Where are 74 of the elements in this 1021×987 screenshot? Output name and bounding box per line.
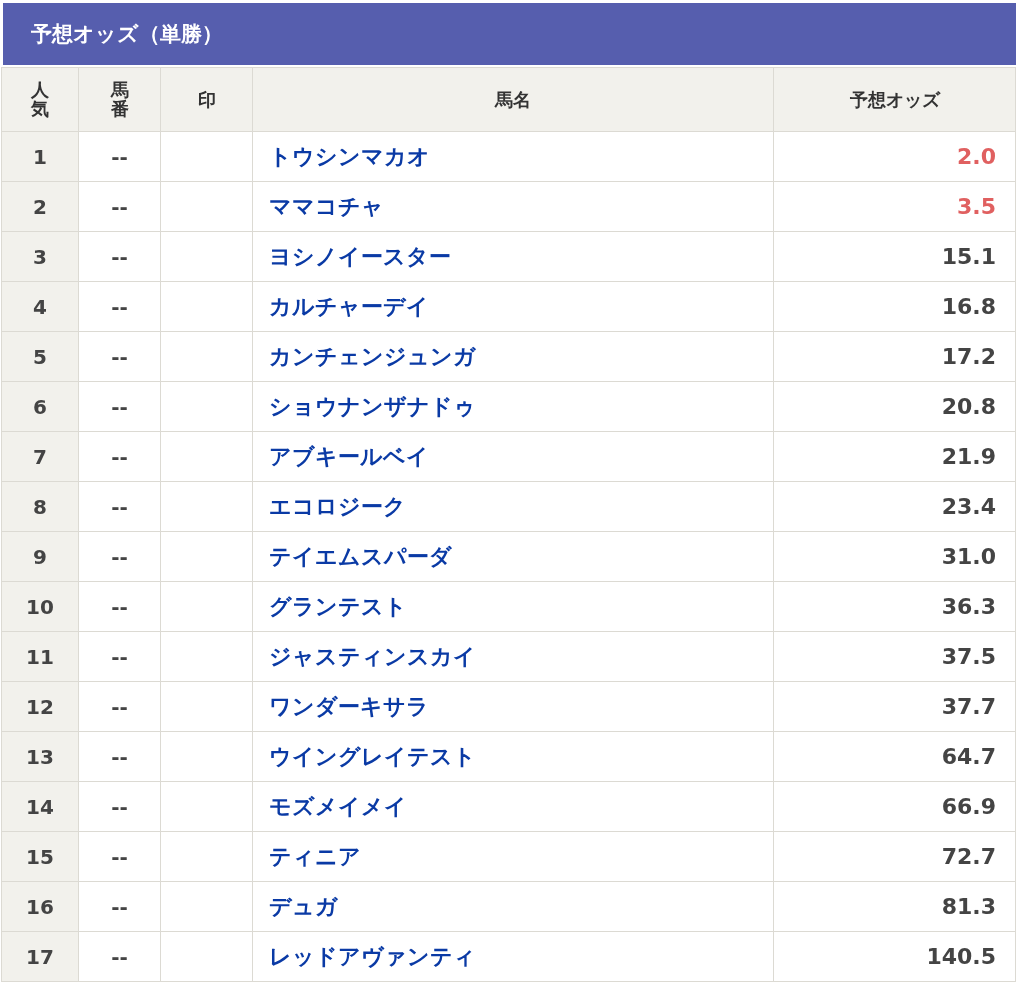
horse-name-link[interactable]: ワンダーキサラ	[269, 693, 429, 719]
odds-cell: 37.7	[773, 681, 1016, 732]
rank-cell: 17	[1, 931, 79, 982]
horse-name-link[interactable]: ショウナンザナドゥ	[269, 393, 476, 419]
horse-name-link[interactable]: ジャスティンスカイ	[269, 643, 476, 669]
column-header: 印	[160, 67, 253, 132]
rank-cell: 7	[1, 431, 79, 482]
horse-number-cell: --	[78, 481, 161, 532]
horse-number-cell: --	[78, 781, 161, 832]
odds-cell: 2.0	[773, 131, 1016, 182]
odds-cell: 16.8	[773, 281, 1016, 332]
horse-number-cell: --	[78, 281, 161, 332]
horse-number-cell: --	[78, 731, 161, 782]
odds-cell: 81.3	[773, 881, 1016, 932]
rank-cell: 14	[1, 781, 79, 832]
horse-number-cell: --	[78, 431, 161, 482]
odds-cell: 23.4	[773, 481, 1016, 532]
column-header: 馬名	[252, 67, 774, 132]
horse-name-link[interactable]: レッドアヴァンティ	[269, 943, 476, 969]
horse-name-link[interactable]: モズメイメイ	[269, 793, 407, 819]
rank-cell: 5	[1, 331, 79, 382]
horse-name-link[interactable]: グランテスト	[269, 593, 407, 619]
section-title: 予想オッズ（単勝）	[31, 21, 223, 48]
rank-cell: 8	[1, 481, 79, 532]
rank-cell: 2	[1, 181, 79, 232]
horse-number-cell: --	[78, 331, 161, 382]
horse-number-cell: --	[78, 831, 161, 882]
horse-name-link[interactable]: テイエムスパーダ	[269, 543, 452, 569]
horse-number-cell: --	[78, 931, 161, 982]
horse-name-link[interactable]: ウイングレイテスト	[269, 743, 476, 769]
odds-cell: 36.3	[773, 581, 1016, 632]
odds-cell: 140.5	[773, 931, 1016, 982]
horse-number-cell: --	[78, 531, 161, 582]
odds-cell: 17.2	[773, 331, 1016, 382]
odds-cell: 64.7	[773, 731, 1016, 782]
horse-number-cell: --	[78, 181, 161, 232]
odds-cell: 21.9	[773, 431, 1016, 482]
rank-cell: 16	[1, 881, 79, 932]
rank-cell: 3	[1, 231, 79, 282]
horse-name-link[interactable]: カルチャーデイ	[269, 293, 429, 319]
rank-cell: 1	[1, 131, 79, 182]
horse-name-link[interactable]: ママコチャ	[269, 193, 384, 219]
odds-cell: 66.9	[773, 781, 1016, 832]
horse-number-cell: --	[78, 131, 161, 182]
rank-cell: 15	[1, 831, 79, 882]
horse-name-link[interactable]: アブキールベイ	[269, 443, 429, 469]
horse-number-cell: --	[78, 631, 161, 682]
horse-number-cell: --	[78, 681, 161, 732]
horse-number-cell: --	[78, 881, 161, 932]
rank-cell: 13	[1, 731, 79, 782]
odds-cell: 20.8	[773, 381, 1016, 432]
horse-name-link[interactable]: デュガ	[269, 893, 338, 919]
column-header: 馬番	[78, 67, 161, 132]
rank-cell: 11	[1, 631, 79, 682]
horse-number-cell: --	[78, 581, 161, 632]
rank-cell: 10	[1, 581, 79, 632]
odds-cell: 37.5	[773, 631, 1016, 682]
rank-cell: 4	[1, 281, 79, 332]
horse-name-link[interactable]: エコロジーク	[269, 493, 406, 519]
column-header: 人気	[1, 67, 79, 132]
horse-name-link[interactable]: ヨシノイースター	[269, 243, 451, 269]
odds-cell: 72.7	[773, 831, 1016, 882]
horse-name-link[interactable]: カンチェンジュンガ	[269, 343, 476, 369]
horse-name-link[interactable]: ティニア	[269, 843, 361, 869]
odds-cell: 3.5	[773, 181, 1016, 232]
horse-number-cell: --	[78, 381, 161, 432]
odds-cell: 15.1	[773, 231, 1016, 282]
column-header: 予想オッズ	[773, 67, 1016, 132]
odds-cell: 31.0	[773, 531, 1016, 582]
rank-cell: 12	[1, 681, 79, 732]
horse-number-cell: --	[78, 231, 161, 282]
horse-name-link[interactable]: トウシンマカオ	[269, 143, 430, 169]
rank-cell: 9	[1, 531, 79, 582]
rank-cell: 6	[1, 381, 79, 432]
